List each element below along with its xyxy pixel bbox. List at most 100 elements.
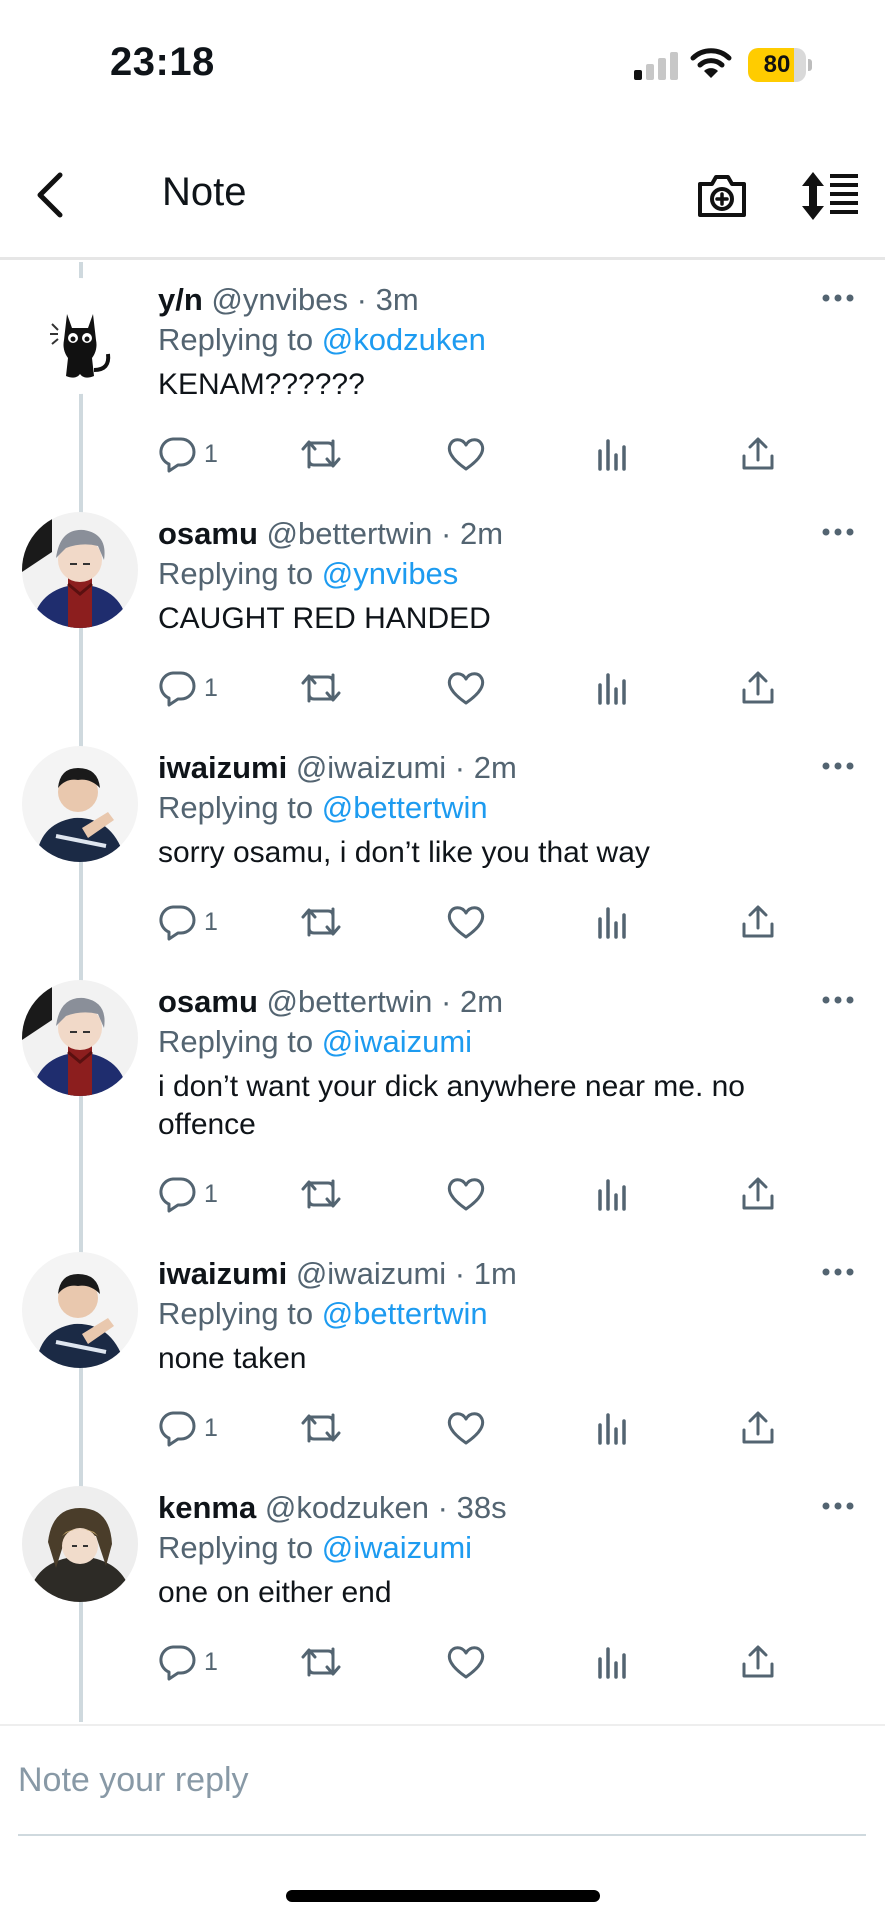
osamu-avatar[interactable] xyxy=(22,980,138,1096)
more-options-icon[interactable] xyxy=(818,988,858,1012)
like-button[interactable] xyxy=(446,900,486,944)
like-button[interactable] xyxy=(446,666,486,710)
reply-button[interactable]: 1 xyxy=(158,1172,218,1216)
retweet-icon xyxy=(300,1177,342,1211)
reply-button[interactable]: 1 xyxy=(158,900,218,944)
share-button[interactable] xyxy=(740,1640,776,1684)
tweet-item[interactable]: osamu @bettertwin · 2m Replying to @ynvi… xyxy=(0,496,885,730)
timestamp: · 2m xyxy=(441,984,504,1019)
share-button[interactable] xyxy=(740,1172,776,1216)
views-button[interactable] xyxy=(596,1406,630,1450)
username-handle[interactable]: @bettertwin xyxy=(267,984,433,1019)
more-options-icon[interactable] xyxy=(818,520,858,544)
heart-icon xyxy=(446,670,486,706)
share-button[interactable] xyxy=(740,900,776,944)
display-name[interactable]: osamu xyxy=(158,984,258,1019)
retweet-button[interactable] xyxy=(300,1172,342,1216)
views-button[interactable] xyxy=(596,1172,630,1216)
display-name[interactable]: osamu xyxy=(158,516,258,551)
replying-to-handle[interactable]: @iwaizumi xyxy=(322,1530,472,1565)
share-button[interactable] xyxy=(740,432,776,476)
tweet-header: y/n @ynvibes · 3m xyxy=(158,282,419,318)
more-options-icon[interactable] xyxy=(818,1260,858,1284)
views-button[interactable] xyxy=(596,900,630,944)
reply-icon xyxy=(158,1175,196,1213)
username-handle[interactable]: @ynvibes xyxy=(211,282,348,317)
camera-add-icon[interactable] xyxy=(694,168,750,224)
replying-to-handle[interactable]: @bettertwin xyxy=(322,1296,488,1331)
replying-to-handle[interactable]: @iwaizumi xyxy=(322,1024,472,1059)
tweet-item[interactable]: kenma @kodzuken · 38s Replying to @iwaiz… xyxy=(0,1470,885,1704)
tweet-text: none taken xyxy=(158,1342,307,1375)
more-options-icon[interactable] xyxy=(818,1494,858,1518)
back-button[interactable] xyxy=(28,160,72,230)
retweet-button[interactable] xyxy=(300,666,342,710)
like-button[interactable] xyxy=(446,432,486,476)
views-button[interactable] xyxy=(596,666,630,710)
share-icon xyxy=(740,1410,776,1446)
cellular-signal-icon xyxy=(634,52,678,80)
replying-to-line: Replying to @iwaizumi xyxy=(158,1530,472,1566)
tweet-item[interactable]: y/n @ynvibes · 3m Replying to @kodzuken … xyxy=(0,262,885,496)
more-options-icon[interactable] xyxy=(818,286,858,310)
black-cat-avatar[interactable] xyxy=(22,278,138,394)
timestamp: · 2m xyxy=(454,750,517,785)
replying-to-line: Replying to @bettertwin xyxy=(158,1296,488,1332)
views-button[interactable] xyxy=(596,432,630,476)
reply-icon xyxy=(158,435,196,473)
sort-order-icon[interactable] xyxy=(800,170,860,222)
home-indicator xyxy=(286,1890,600,1902)
display-name[interactable]: kenma xyxy=(158,1490,256,1525)
reply-button[interactable]: 1 xyxy=(158,1640,218,1684)
retweet-icon xyxy=(300,437,342,471)
bar-chart-icon xyxy=(596,1177,630,1211)
tweet-item[interactable]: iwaizumi @iwaizumi · 1m Replying to @bet… xyxy=(0,1236,885,1470)
tweet-header: osamu @bettertwin · 2m xyxy=(158,984,503,1020)
osamu-avatar[interactable] xyxy=(22,512,138,628)
replying-to-line: Replying to @bettertwin xyxy=(158,790,488,826)
share-icon xyxy=(740,904,776,940)
display-name[interactable]: iwaizumi xyxy=(158,1256,287,1291)
reply-icon xyxy=(158,1643,196,1681)
reply-icon xyxy=(158,903,196,941)
battery-indicator: 80 xyxy=(748,48,812,82)
like-button[interactable] xyxy=(446,1406,486,1450)
username-handle[interactable]: @iwaizumi xyxy=(296,750,446,785)
reply-button[interactable]: 1 xyxy=(158,666,218,710)
heart-icon xyxy=(446,1410,486,1446)
display-name[interactable]: iwaizumi xyxy=(158,750,287,785)
iwaizumi-avatar[interactable] xyxy=(22,1252,138,1368)
replying-to-label: Replying to xyxy=(158,1296,314,1331)
tweet-actions: 1 xyxy=(158,432,798,476)
retweet-button[interactable] xyxy=(300,1406,342,1450)
replying-to-handle[interactable]: @ynvibes xyxy=(322,556,459,591)
reply-count: 1 xyxy=(204,673,218,702)
retweet-button[interactable] xyxy=(300,900,342,944)
retweet-button[interactable] xyxy=(300,1640,342,1684)
tweet-item[interactable]: iwaizumi @iwaizumi · 2m Replying to @bet… xyxy=(0,730,885,964)
replying-to-label: Replying to xyxy=(158,556,314,591)
retweet-button[interactable] xyxy=(300,432,342,476)
username-handle[interactable]: @kodzuken xyxy=(265,1490,429,1525)
replying-to-handle[interactable]: @bettertwin xyxy=(322,790,488,825)
display-name[interactable]: y/n xyxy=(158,282,203,317)
reply-button[interactable]: 1 xyxy=(158,432,218,476)
username-handle[interactable]: @iwaizumi xyxy=(296,1256,446,1291)
share-button[interactable] xyxy=(740,1406,776,1450)
like-button[interactable] xyxy=(446,1640,486,1684)
chevron-left-icon xyxy=(37,172,63,218)
tweet-item[interactable]: osamu @bettertwin · 2m Replying to @iwai… xyxy=(0,964,885,1236)
reply-count: 1 xyxy=(204,1179,218,1208)
iwaizumi-avatar[interactable] xyxy=(22,746,138,862)
reply-button[interactable]: 1 xyxy=(158,1406,218,1450)
share-button[interactable] xyxy=(740,666,776,710)
tweet-header: iwaizumi @iwaizumi · 2m xyxy=(158,750,517,786)
replying-to-handle[interactable]: @kodzuken xyxy=(322,322,486,357)
views-button[interactable] xyxy=(596,1640,630,1684)
page-title: Note xyxy=(162,170,247,214)
username-handle[interactable]: @bettertwin xyxy=(267,516,433,551)
more-options-icon[interactable] xyxy=(818,754,858,778)
reply-input[interactable] xyxy=(18,1750,858,1810)
kenma-avatar[interactable] xyxy=(22,1486,138,1602)
like-button[interactable] xyxy=(446,1172,486,1216)
